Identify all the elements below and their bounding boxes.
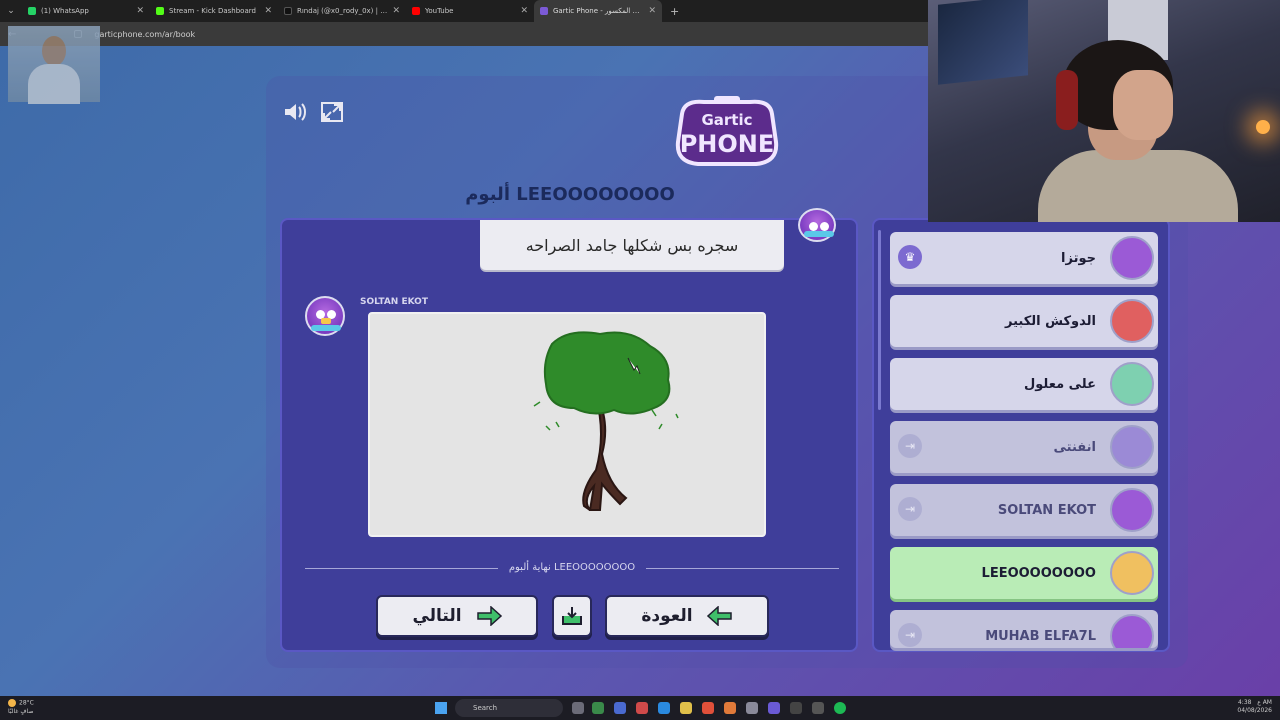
speaker-icon[interactable]: [282, 100, 310, 124]
clock-time: 4:38 AM: [1237, 699, 1272, 706]
exit-icon: ⇥: [898, 623, 922, 647]
player-avatar: [1110, 362, 1154, 406]
exit-icon: ⇥: [898, 434, 922, 458]
weather-widget[interactable]: 28°C صافٍ غالبًا: [8, 699, 34, 716]
avatar: [798, 208, 836, 242]
tab-label: (1) WhatsApp: [41, 7, 89, 15]
back-button[interactable]: العودة: [605, 595, 769, 637]
app-icon[interactable]: [724, 702, 736, 714]
browser-tab-bar: ⌄ (1) WhatsApp ✕ Stream - Kick Dashboard…: [0, 0, 928, 22]
close-icon[interactable]: ✕: [392, 6, 400, 16]
player-row[interactable]: على معلول: [890, 358, 1158, 410]
player-avatar: [1110, 488, 1154, 532]
tab-label: Gartic Phone - لعبة الهاتف المكسور: [553, 7, 644, 15]
browser-tab-youtube[interactable]: YouTube ✕: [406, 0, 534, 22]
close-icon[interactable]: ✕: [264, 6, 272, 16]
album-title: ألبوم LEEOOOOOOOO: [465, 184, 675, 205]
next-button-label: التالي: [412, 606, 462, 626]
spotify-icon[interactable]: [834, 702, 846, 714]
browser-tab-whatsapp[interactable]: (1) WhatsApp ✕: [22, 0, 150, 22]
close-icon[interactable]: ✕: [648, 6, 656, 16]
back-button-label: العودة: [641, 606, 693, 626]
player-name: على معلول: [1024, 376, 1096, 392]
weather-temp: 28°C: [19, 699, 34, 707]
exit-icon: ⇥: [898, 497, 922, 521]
tab-label: YouTube: [425, 7, 454, 15]
player-row[interactable]: ⇥ SOLTAN EKOT: [890, 484, 1158, 536]
drawing-canvas: [368, 312, 766, 537]
weather-desc: صافٍ غالبًا: [8, 707, 34, 715]
drawer-avatar: [305, 296, 345, 336]
tree-drawing: [533, 331, 679, 511]
youtube-icon: [412, 7, 420, 15]
album-end-label: نهاية ألبوم LEEOOOOOOOO: [498, 562, 646, 573]
player-name: جوتزا: [1061, 250, 1096, 266]
edge-icon[interactable]: [658, 702, 670, 714]
clock-date: 04/08/2026: [1237, 707, 1272, 714]
player-avatar: [1110, 425, 1154, 469]
close-icon[interactable]: ✕: [136, 6, 144, 16]
sun-icon: [8, 699, 16, 707]
browser-tab-gartic[interactable]: Gartic Phone - لعبة الهاتف المكسور ✕: [534, 0, 662, 22]
prompt-bubble: سجره بس شكلها جامد الصراحه: [480, 220, 784, 270]
app-icon[interactable]: [592, 702, 604, 714]
player-avatar: [1110, 236, 1154, 280]
player-name: MUHAB ELFA7L: [985, 628, 1096, 644]
kick-icon: [156, 7, 164, 15]
gartic-icon: [540, 7, 548, 15]
player-row-current[interactable]: LEEOOOOOOOO: [890, 547, 1158, 599]
app-icon[interactable]: [812, 702, 824, 714]
download-button[interactable]: [552, 595, 592, 637]
browser-tab-kick[interactable]: Stream - Kick Dashboard ✕: [150, 0, 278, 22]
player-name: الدوكش الكبير: [1005, 313, 1096, 329]
player-row[interactable]: ⇥ MUHAB ELFA7L: [890, 610, 1158, 648]
new-tab-icon[interactable]: +: [662, 5, 679, 18]
app-icon[interactable]: [614, 702, 626, 714]
webcam-small: [8, 26, 100, 104]
tiktok-icon: [284, 7, 292, 15]
folder-icon[interactable]: [680, 702, 692, 714]
task-view-icon[interactable]: [572, 702, 584, 714]
whatsapp-icon: [28, 7, 36, 15]
taskbar-search[interactable]: Search: [455, 699, 563, 717]
tab-label: Rındaj (@x0_rody_0x) | TikTok: [297, 7, 387, 15]
player-name: LEEOOOOOOOO: [981, 565, 1096, 581]
url-text[interactable]: garticphone.com/ar/book: [94, 30, 195, 39]
player-avatar: [1110, 551, 1154, 595]
tab-list-icon[interactable]: ⌄: [0, 0, 22, 22]
app-icon[interactable]: [790, 702, 802, 714]
drawer-name: SOLTAN EKOT: [360, 297, 428, 307]
logo-text-bottom: PHONE: [680, 130, 775, 158]
scrollbar[interactable]: [878, 230, 881, 410]
browser-tab-tiktok[interactable]: Rındaj (@x0_rody_0x) | TikTok ✕: [278, 0, 406, 22]
next-button[interactable]: التالي: [376, 595, 538, 637]
chrome-icon[interactable]: [702, 702, 714, 714]
logo-text-top: Gartic: [701, 111, 752, 129]
download-icon: [562, 607, 582, 625]
app-icon[interactable]: [636, 702, 648, 714]
crown-icon: ♛: [898, 245, 922, 269]
player-row[interactable]: ♛ جوتزا: [890, 232, 1158, 284]
player-avatar: [1110, 614, 1154, 648]
search-label: Search: [473, 704, 498, 712]
player-row[interactable]: ⇥ انفنتى: [890, 421, 1158, 473]
player-avatar: [1110, 299, 1154, 343]
app-icon[interactable]: [746, 702, 758, 714]
windows-taskbar: 28°C صافٍ غالبًا Search ع 4:38 AM 04/08/…: [0, 696, 1280, 720]
fullscreen-icon[interactable]: [318, 100, 346, 124]
player-name: انفنتى: [1053, 439, 1096, 455]
arrow-right-icon: [476, 606, 502, 626]
webcam-feed: [928, 0, 1280, 222]
address-bar: ← garticphone.com/ar/book: [0, 22, 928, 46]
tab-label: Stream - Kick Dashboard: [169, 7, 256, 15]
arrow-left-icon: [706, 606, 732, 626]
player-name: SOLTAN EKOT: [997, 502, 1096, 518]
discord-icon[interactable]: [768, 702, 780, 714]
windows-start-icon[interactable]: [435, 702, 447, 714]
gartic-phone-logo: Gartic PHONE: [664, 94, 790, 170]
system-tray[interactable]: ع 4:38 AM 04/08/2026: [1237, 699, 1272, 715]
close-icon[interactable]: ✕: [520, 6, 528, 16]
player-row[interactable]: الدوكش الكبير: [890, 295, 1158, 347]
